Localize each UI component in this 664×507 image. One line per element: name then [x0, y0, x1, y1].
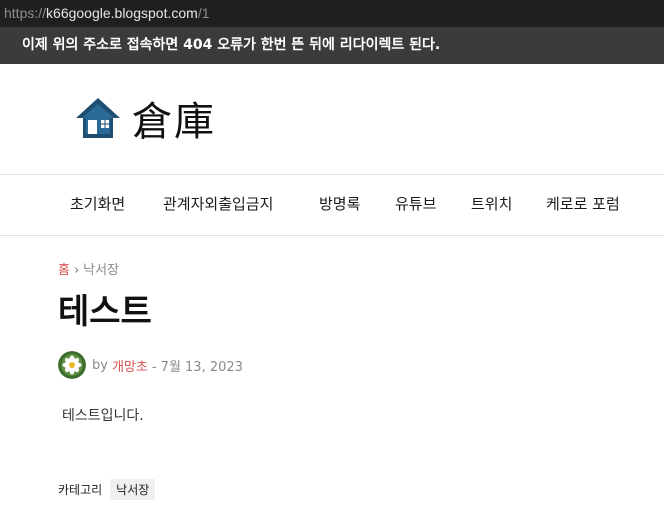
nav-item-youtube[interactable]: 유튜브 — [395, 175, 436, 235]
category-tag[interactable]: 낙서장 — [110, 479, 156, 500]
browser-address-bar[interactable]: https://k66google.blogspot.com/1 — [0, 0, 664, 27]
post-meta: by 개망초 - 7월 13, 2023 — [58, 350, 243, 380]
breadcrumb-home[interactable]: 홈 — [58, 263, 70, 278]
avatar[interactable] — [58, 351, 86, 379]
post-date: - 7월 13, 2023 — [151, 359, 243, 375]
url-path: /1 — [197, 5, 210, 21]
post-author[interactable]: 개망초 — [112, 356, 148, 375]
breadcrumb: 홈 › 낙서장 — [58, 262, 119, 280]
post-title: 테스트 — [58, 292, 152, 332]
category-label: 카테고리 — [58, 483, 103, 497]
site-logo[interactable]: 倉庫 — [74, 92, 216, 145]
nav-item-keroro-forum[interactable]: 케로로 포럼 — [546, 175, 620, 235]
url-host: k66google.blogspot.com — [46, 5, 198, 21]
url-scheme: https:// — [4, 5, 47, 21]
notice-banner: 이제 위의 주소로 접속하면 404 오류가 한번 뜬 뒤에 리다이렉트 된다. — [0, 27, 664, 64]
post-categories: 카테고리 낙서장 — [58, 479, 156, 500]
breadcrumb-separator-icon: › — [73, 263, 80, 278]
breadcrumb-current[interactable]: 낙서장 — [83, 263, 119, 278]
house-icon — [76, 98, 120, 138]
main-nav: 초기화면 관계자외출입금지 방명록 유튜브 트위치 케로로 포럼 — [0, 174, 664, 236]
nav-item-twitch[interactable]: 트위치 — [471, 175, 512, 235]
nav-item-home[interactable]: 초기화면 — [70, 175, 125, 235]
logo-text: 倉庫 — [132, 99, 216, 145]
post-by: by — [92, 357, 108, 373]
post-body: 테스트입니다. — [62, 408, 144, 424]
nav-item-guestbook[interactable]: 방명록 — [319, 175, 360, 235]
nav-item-restricted[interactable]: 관계자외출입금지 — [163, 175, 273, 235]
